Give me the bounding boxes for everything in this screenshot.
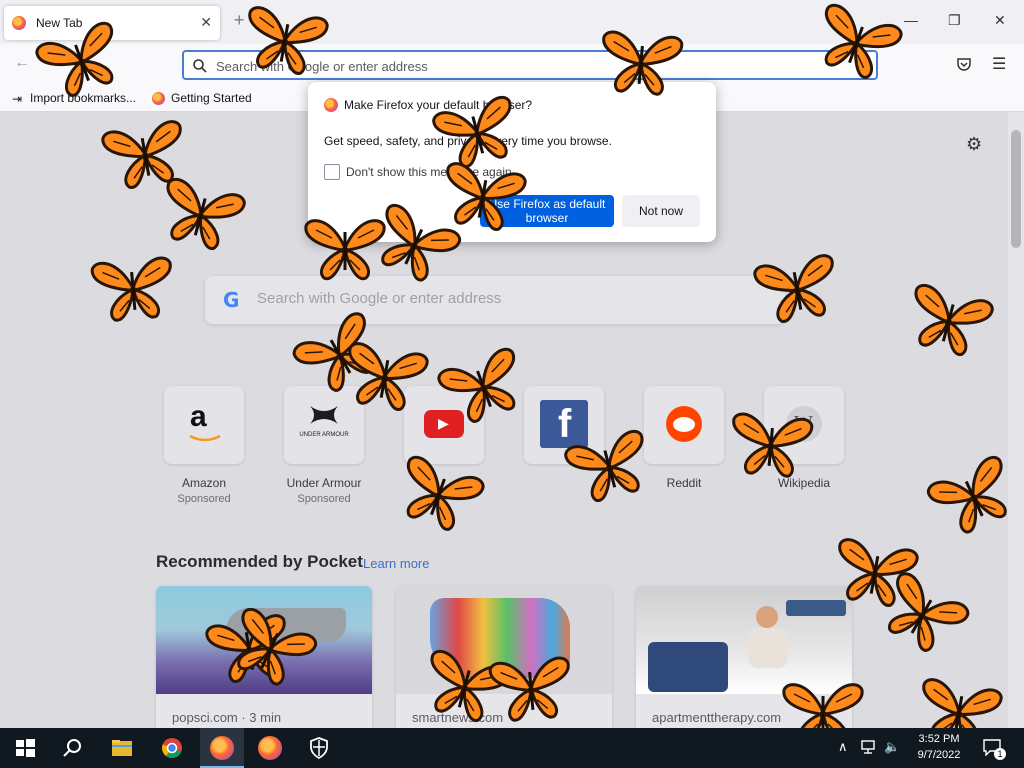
close-window-button[interactable]: ✕: [994, 12, 1006, 29]
tab-title: New Tab: [36, 16, 83, 30]
file-explorer-icon[interactable]: [110, 736, 134, 760]
card-source: smartnews.com: [412, 710, 504, 725]
top-site-facebook[interactable]: f: [524, 386, 604, 464]
firefox-icon: [152, 92, 165, 105]
pocket-icon[interactable]: [956, 56, 972, 72]
clock-time[interactable]: 3:52 PM: [912, 733, 966, 745]
scrollbar-thumb[interactable]: [1011, 130, 1021, 248]
url-bar[interactable]: Search with Google or enter address: [182, 50, 878, 80]
navigation-toolbar: ← Search with Google or enter address ☰: [0, 44, 1024, 86]
top-site-amazon[interactable]: a Amazon Sponsored: [164, 386, 244, 505]
card-source: popsci.com · 3 min: [172, 710, 282, 725]
search-icon[interactable]: [61, 736, 85, 760]
under-armour-icon: [310, 406, 338, 424]
firefox-icon[interactable]: [210, 736, 234, 760]
card-image: [156, 586, 372, 694]
not-now-button[interactable]: Not now: [622, 195, 700, 227]
restore-button[interactable]: ❐: [948, 12, 961, 29]
clock-date[interactable]: 9/7/2022: [912, 749, 966, 761]
close-tab-icon[interactable]: ✕: [200, 14, 212, 31]
notification-count-badge: 1: [994, 748, 1006, 760]
chevron-up-icon[interactable]: ∧: [838, 739, 848, 755]
card-image: [396, 586, 612, 694]
newtab-search-input[interactable]: G Search with Google or enter address: [205, 276, 785, 324]
amazon-logo: a: [164, 386, 244, 464]
set-default-button[interactable]: Use Firefox as default browser: [480, 195, 614, 227]
search-placeholder: Search with Google or enter address: [257, 290, 502, 307]
firefox-icon: [324, 98, 338, 112]
pocket-heading: Recommended by Pocket: [156, 552, 363, 571]
tile-title: Under Armour: [286, 476, 362, 490]
youtube-logo: ▶: [404, 386, 484, 464]
facebook-logo: f: [524, 386, 604, 464]
back-button[interactable]: ←: [14, 54, 30, 72]
windows-start-icon[interactable]: [13, 736, 37, 760]
dialog-body: Get speed, safety, and privacy every tim…: [324, 134, 612, 148]
card-image: [636, 586, 852, 694]
search-icon: [193, 59, 207, 73]
tile-sponsored: Sponsored: [177, 493, 231, 505]
firefox-icon: [12, 16, 26, 30]
tab-new-tab[interactable]: New Tab ✕: [4, 6, 220, 40]
new-tab-button[interactable]: +: [234, 10, 245, 31]
pocket-card[interactable]: apartmenttherapy.com: [636, 586, 852, 728]
dialog-title: Make Firefox your default browser?: [344, 98, 533, 112]
firefox-icon[interactable]: [258, 736, 282, 760]
tab-strip: New Tab ✕ + — ❐ ✕: [0, 0, 1024, 44]
google-icon: G: [223, 288, 240, 312]
under-armour-logo: UNDER ARMOUR: [284, 386, 364, 464]
shield-icon[interactable]: [307, 736, 331, 760]
card-source: apartmenttherapy.com: [652, 710, 782, 725]
dont-show-checkbox[interactable]: [324, 164, 340, 180]
import-icon: ⇥: [12, 92, 23, 106]
tile-sponsored: Sponsored: [297, 493, 351, 505]
gear-icon[interactable]: ⚙: [966, 134, 982, 155]
dont-show-label: Don't show this message again: [346, 165, 512, 179]
top-site-wikipedia[interactable]: W Wikipedia: [764, 386, 844, 490]
volume-icon[interactable]: 🔈: [884, 739, 900, 755]
reddit-logo: [644, 386, 724, 464]
learn-more-link[interactable]: Learn more: [363, 556, 429, 571]
windows-taskbar: ∧ 🔈 3:52 PM 9/7/2022 1: [0, 728, 1024, 768]
top-site-reddit[interactable]: Reddit: [644, 386, 724, 490]
network-icon[interactable]: [860, 738, 878, 756]
tile-title: Amazon: [181, 476, 227, 490]
pocket-card[interactable]: smartnews.com: [396, 586, 612, 728]
amazon-smile-icon: [189, 434, 221, 442]
chrome-icon[interactable]: [160, 736, 184, 760]
default-browser-dialog: Make Firefox your default browser? Get s…: [308, 82, 716, 242]
minimize-button[interactable]: —: [904, 12, 918, 28]
hamburger-menu-icon[interactable]: ☰: [992, 54, 1006, 74]
bookmark-getting-started[interactable]: Getting Started: [171, 91, 252, 105]
tile-title: Wikipedia: [777, 476, 831, 490]
pocket-card[interactable]: popsci.com · 3 min: [156, 586, 372, 728]
tile-title: Reddit: [666, 476, 702, 490]
top-site-under-armour[interactable]: UNDER ARMOUR Under Armour Sponsored: [284, 386, 364, 505]
top-site-youtube[interactable]: ▶: [404, 386, 484, 464]
url-placeholder: Search with Google or enter address: [216, 59, 428, 74]
wikipedia-logo: W: [764, 386, 844, 464]
bookmark-import[interactable]: Import bookmarks...: [30, 91, 136, 105]
